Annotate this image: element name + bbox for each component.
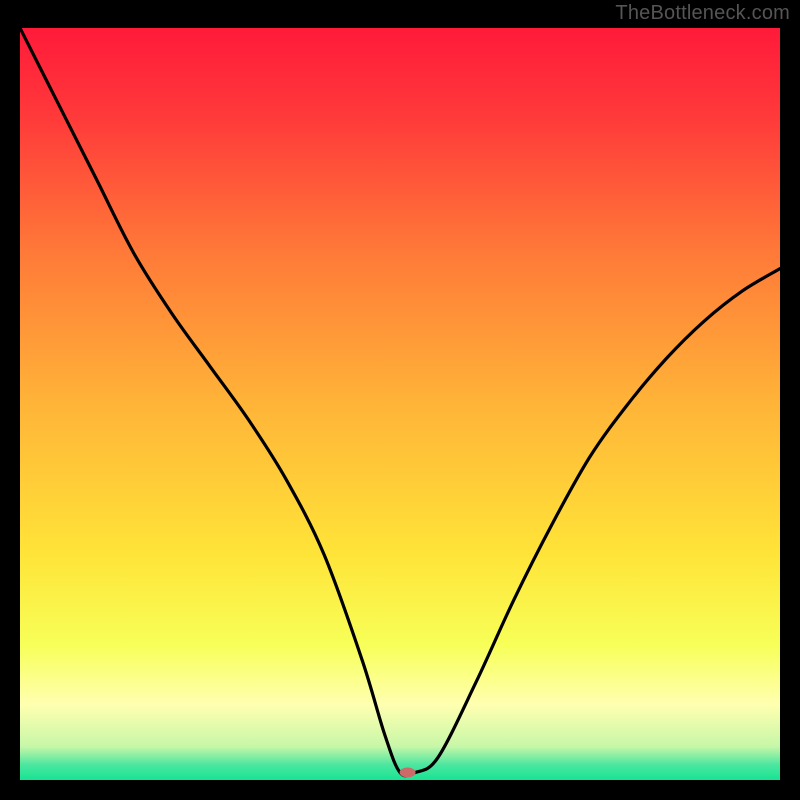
chart-background bbox=[20, 28, 780, 780]
chart-svg bbox=[20, 28, 780, 780]
chart-frame: TheBottleneck.com bbox=[0, 0, 800, 800]
watermark-text: TheBottleneck.com bbox=[615, 2, 790, 25]
plot-area bbox=[20, 28, 780, 780]
optimal-point-marker bbox=[400, 767, 416, 777]
